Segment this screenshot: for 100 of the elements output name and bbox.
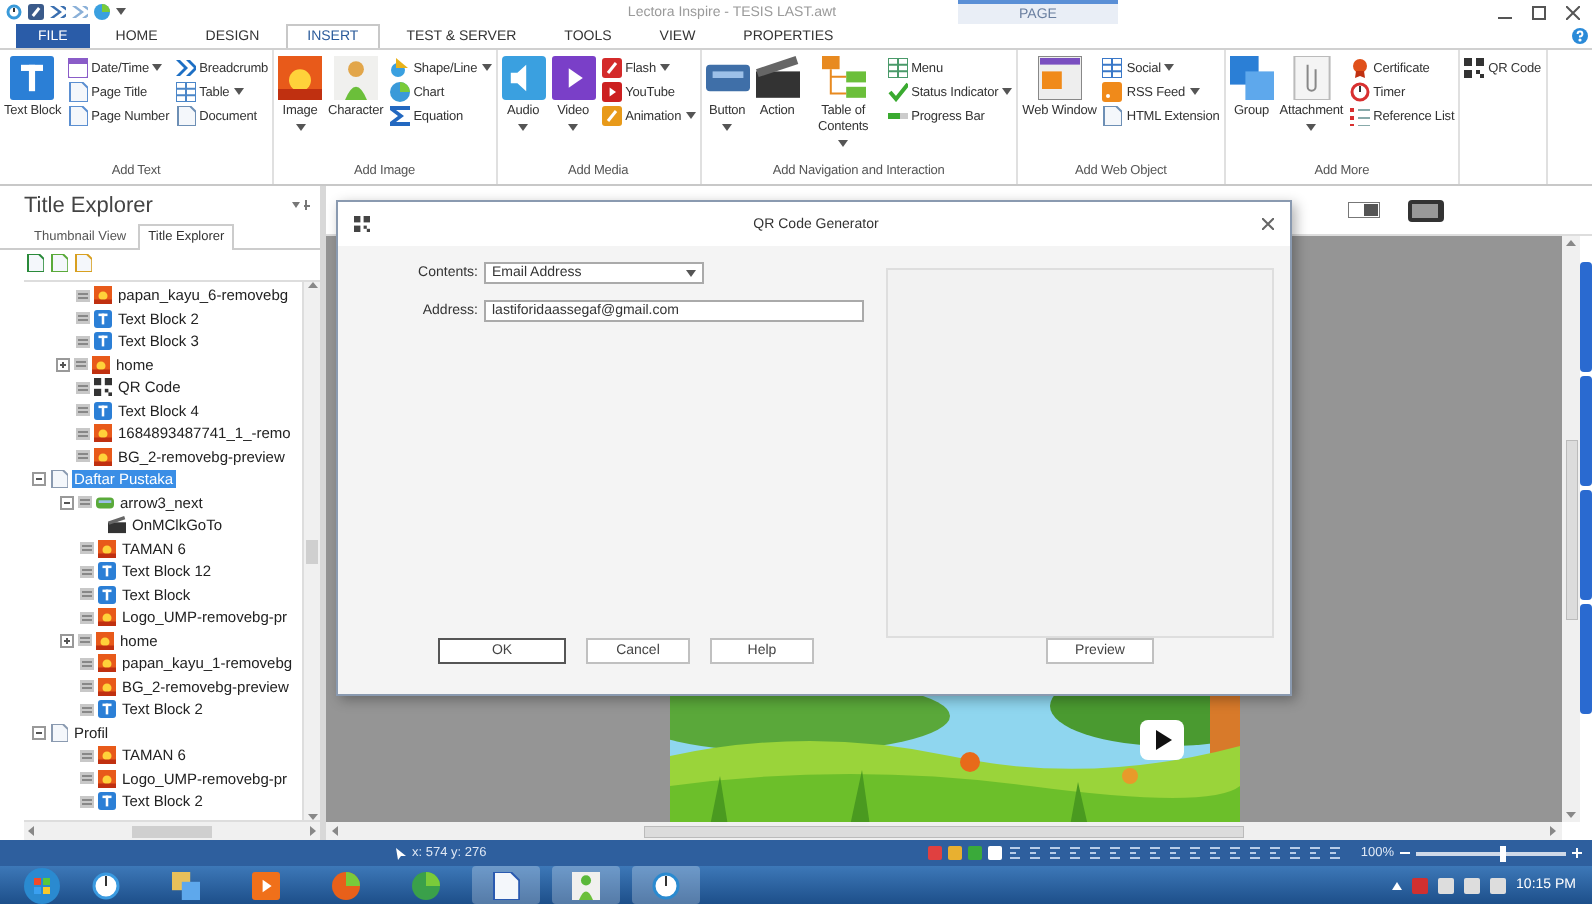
page-icon (67, 82, 88, 102)
video-icon (601, 82, 622, 102)
text-block-icon (98, 700, 116, 719)
text-block-icon (94, 309, 112, 328)
web-window-icon (1037, 56, 1082, 100)
pin-icon[interactable] (292, 200, 312, 212)
collapse-icon[interactable] (32, 725, 46, 740)
align-icon[interactable] (1288, 846, 1303, 860)
qr-code-icon (1464, 58, 1485, 78)
sigma-icon (389, 106, 410, 126)
folder-icon[interactable] (172, 871, 200, 899)
tablet-icon[interactable] (1408, 199, 1444, 221)
volume-icon[interactable] (1490, 877, 1507, 893)
align-icon[interactable] (1308, 846, 1323, 860)
scroll-up-icon[interactable] (307, 282, 317, 288)
collapse-icon[interactable] (32, 472, 46, 487)
align-icon[interactable] (1088, 846, 1103, 860)
layer-icon (80, 542, 94, 555)
caret-icon (233, 88, 244, 96)
scroll-up-icon[interactable] (1566, 240, 1576, 246)
scroll-right-icon[interactable] (310, 826, 316, 836)
align-icon[interactable] (1168, 846, 1183, 860)
network-icon[interactable] (1438, 877, 1455, 893)
align-icon[interactable] (1068, 846, 1083, 860)
menu-icon (887, 58, 908, 78)
qr-code-icon (94, 378, 112, 397)
image-icon (94, 447, 112, 466)
zoom-in-icon[interactable] (1572, 848, 1582, 858)
align-icon[interactable] (1128, 846, 1143, 860)
scroll-right-icon[interactable] (1550, 826, 1556, 836)
align-icon[interactable] (1008, 846, 1023, 860)
layer-icon (76, 289, 90, 302)
page-icon (50, 470, 68, 489)
collapse-icon[interactable] (60, 495, 74, 510)
scroll-left-icon[interactable] (332, 826, 338, 836)
properties-icon[interactable] (74, 254, 92, 272)
add-chapter-icon[interactable] (50, 254, 68, 272)
page-icon (67, 106, 88, 126)
scroll-left-icon[interactable] (28, 826, 34, 836)
layer-icon (76, 404, 90, 417)
media-player-icon[interactable] (252, 871, 280, 899)
image-icon (94, 424, 112, 443)
align-icon[interactable] (1048, 846, 1063, 860)
help-icon[interactable] (1572, 28, 1588, 44)
align-icon[interactable] (1188, 846, 1203, 860)
align-icon[interactable] (1228, 846, 1243, 860)
paperclip-icon (1289, 56, 1334, 100)
scroll-thumb[interactable] (306, 539, 318, 563)
layer-icon (80, 657, 94, 670)
close-icon[interactable] (1566, 5, 1580, 19)
slider-thumb[interactable] (1500, 845, 1506, 861)
align-icon[interactable] (1028, 846, 1043, 860)
button-icon (96, 493, 114, 512)
zoom-out-icon[interactable] (1400, 848, 1410, 858)
layer-icon (78, 634, 92, 647)
align-icon[interactable] (1248, 846, 1263, 860)
start-button-icon[interactable] (24, 867, 60, 903)
play-button-icon[interactable] (1140, 720, 1184, 760)
document-icon (175, 106, 196, 126)
expand-icon[interactable] (56, 357, 70, 372)
figure-icon (333, 56, 378, 100)
align-icon[interactable] (1268, 846, 1283, 860)
scroll-down-icon[interactable] (1566, 812, 1576, 818)
caret-icon (838, 140, 849, 148)
text-block-icon (94, 332, 112, 351)
layer-icon (76, 381, 90, 394)
toggle-icon[interactable] (1348, 202, 1380, 218)
expand-icon[interactable] (60, 633, 74, 648)
layer-icon (80, 772, 94, 785)
align-icon[interactable] (1148, 846, 1163, 860)
align-icon[interactable] (1108, 846, 1123, 860)
align-icon[interactable] (1208, 846, 1223, 860)
image-icon (98, 677, 116, 696)
close-icon[interactable] (1262, 218, 1274, 230)
group-icon (1229, 56, 1274, 100)
image-icon (98, 539, 116, 558)
caret-icon (659, 64, 670, 72)
shapes-icon (389, 58, 410, 78)
layer-icon (80, 795, 94, 808)
animation-icon (601, 106, 622, 126)
add-page-icon[interactable] (26, 254, 44, 272)
image-icon (94, 286, 112, 305)
caret-icon (1306, 124, 1317, 132)
maximize-icon[interactable] (1532, 5, 1546, 19)
caret-icon (481, 64, 492, 72)
pie-chart-icon (389, 82, 410, 102)
panel-title: Title Explorer (24, 194, 153, 218)
text-block-icon (98, 792, 116, 811)
layer-icon (76, 312, 90, 325)
chevrons-icon (175, 58, 196, 78)
battery-icon[interactable] (1464, 877, 1481, 893)
show-hidden-icon[interactable] (1392, 881, 1403, 889)
caret-icon (152, 64, 163, 72)
layer-icon (76, 335, 90, 348)
rss-icon (1102, 82, 1123, 102)
align-icon[interactable] (1328, 846, 1343, 860)
caret-icon (568, 124, 579, 132)
layer-icon (80, 565, 94, 578)
clapper-icon (755, 56, 800, 100)
scroll-thumb[interactable] (132, 825, 212, 837)
